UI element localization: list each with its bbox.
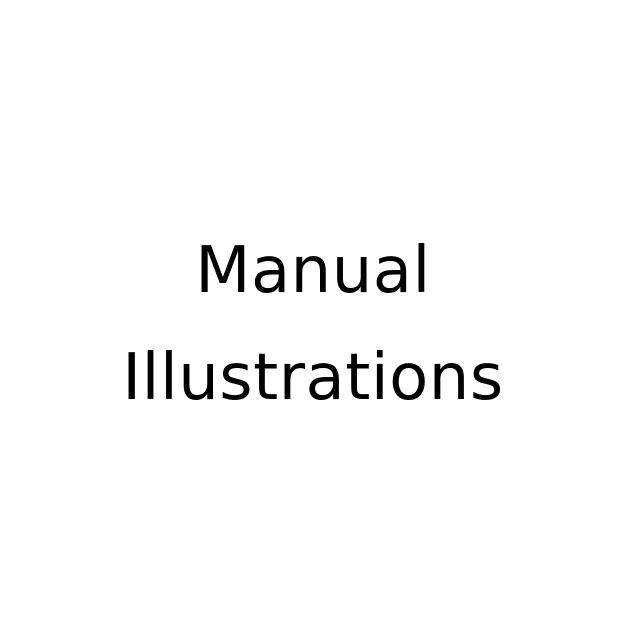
title-line-2: Illustrations (122, 341, 504, 415)
title-text: Manual Illustrations (0, 218, 626, 432)
title-line-1: Manual (195, 234, 431, 308)
title-card: Manual Illustrations (0, 0, 626, 626)
